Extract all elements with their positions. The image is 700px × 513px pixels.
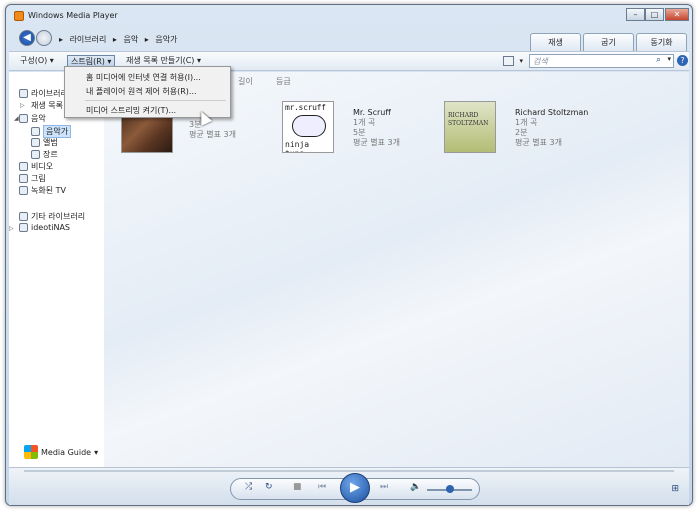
genre-icon (31, 150, 40, 159)
album-duration: 2분 (515, 128, 528, 137)
search-box[interactable]: 검색 ⌕ ▾ (529, 54, 674, 68)
menu-item-allow-remote-control[interactable]: 내 플레이어 원격 제어 허용(R)... (86, 86, 197, 97)
playback-controls: ⤮ ↻ ■ ⏮ ▶ ⏭ 🔈 ⊞ (9, 467, 689, 505)
shuffle-button[interactable]: ⤮ (245, 482, 252, 492)
navigation-bar: ◀ ▸ 라이브러리 ▸ 음악 ▸ 음악가 재생 굽기 동기화 (9, 27, 689, 53)
seek-bar[interactable] (24, 470, 674, 472)
maximize-button[interactable]: □ (645, 8, 664, 21)
breadcrumb: ▸ 라이브러리 ▸ 음악 ▸ 음악가 (59, 34, 181, 45)
cover-title-bottom: STOLTZMAN (448, 120, 489, 127)
artist-name[interactable]: Mr. Scruff (353, 108, 400, 118)
view-options-icon[interactable] (503, 56, 514, 66)
play-button[interactable]: ▶ (340, 473, 370, 503)
album-tracks: 1개 곡 (353, 118, 376, 127)
nas-icon (19, 223, 28, 232)
album-rating: 평균 별표 3개 (189, 130, 236, 139)
switch-to-now-playing-icon[interactable]: ⊞ (671, 484, 679, 494)
album-tracks: 1개 곡 (515, 118, 538, 127)
navigation-pane: 라이브러리 ▷ 재생 목록 ◢ 음악 음악가 앨범 장르 비디오 그림 녹화된 … (9, 72, 104, 467)
artist-icon (31, 127, 40, 136)
sidebar-item-album[interactable]: 앨범 (31, 137, 58, 148)
sidebar-item-playlists[interactable]: 재생 목록 (31, 100, 63, 111)
next-button[interactable]: ⏭ (380, 482, 388, 492)
forward-button[interactable] (36, 30, 52, 46)
menu-separator (85, 100, 226, 101)
media-guide-button[interactable]: Media Guide ▾ (24, 445, 98, 459)
album-rating: 평균 별표 3개 (353, 138, 400, 147)
search-input[interactable]: 검색 (533, 56, 548, 67)
sidebar-item-pictures[interactable]: 그림 (19, 173, 46, 184)
tv-icon (19, 186, 28, 195)
album-cover-richard-stoltzman[interactable]: RICHARD STOLTZMAN (444, 101, 496, 153)
column-header-length[interactable]: 길이 (238, 76, 253, 87)
cover-title-top: RICHARD (448, 112, 479, 119)
previous-button[interactable]: ⏮ (318, 482, 326, 492)
chevron-down-icon[interactable]: ▾ (516, 55, 526, 68)
sidebar-item-nas[interactable]: ideotiNAS (19, 223, 70, 232)
content-pane: 길이 등급 1개 3분 평균 별표 3개 mr.scruff ninja tun… (104, 72, 689, 467)
album-icon (31, 138, 40, 147)
close-button[interactable]: ✕ (665, 8, 689, 21)
volume-slider-thumb[interactable] (446, 485, 454, 493)
chevron-right-icon[interactable]: ▷ (9, 225, 14, 232)
album-info-richard-stoltzman: Richard Stoltzman 1개 곡 2분 평균 별표 3개 (515, 108, 588, 148)
album-info-mr-scruff: Mr. Scruff 1개 곡 5분 평균 별표 3개 (353, 108, 400, 148)
sidebar-item-recorded-tv[interactable]: 녹화된 TV (19, 185, 66, 196)
video-icon (19, 162, 28, 171)
chevron-down-icon[interactable]: ▾ (94, 448, 98, 457)
album-duration: 5분 (353, 128, 366, 137)
cover-title-top: mr.scruff (285, 103, 326, 112)
artist-name[interactable]: Richard Stoltzman (515, 108, 588, 118)
chevron-right-icon: ▸ (112, 35, 117, 44)
pictures-icon (19, 174, 28, 183)
search-icon[interactable]: ⌕ (656, 55, 661, 65)
other-libraries-icon (19, 212, 28, 221)
minimize-button[interactable]: – (626, 8, 645, 21)
media-guide-label: Media Guide (41, 447, 92, 457)
chevron-right-icon: ▸ (144, 35, 149, 44)
title-bar[interactable]: Windows Media Player – □ ✕ (6, 5, 692, 27)
cloud-figure-icon (292, 115, 326, 137)
tab-play[interactable]: 재생 (530, 33, 581, 51)
sidebar-item-genre[interactable]: 장르 (31, 149, 58, 160)
breadcrumb-library[interactable]: 라이브러리 (70, 35, 107, 44)
breadcrumb-artist[interactable]: 음악가 (155, 35, 177, 44)
window-title: Windows Media Player (28, 11, 118, 20)
windows-logo-icon (24, 445, 38, 459)
repeat-button[interactable]: ↻ (265, 482, 273, 492)
column-header-rating[interactable]: 등급 (276, 76, 291, 87)
wmp-app-icon (14, 11, 24, 21)
cover-title-bottom: ninja tuna (285, 140, 310, 152)
album-rating: 평균 별표 3개 (515, 138, 562, 147)
breadcrumb-music[interactable]: 음악 (123, 35, 138, 44)
sidebar-item-library[interactable]: 라이브러리 (19, 88, 68, 99)
stop-button[interactable]: ■ (293, 482, 302, 492)
sidebar-item-other-libraries[interactable]: 기타 라이브러리 (19, 211, 85, 222)
sidebar-item-music[interactable]: 음악 (19, 113, 46, 124)
menu-item-allow-internet-access[interactable]: 홈 미디어에 인터넷 연결 허용(I)... (86, 72, 201, 83)
menu-item-turn-on-streaming[interactable]: 미디어 스트리밍 켜기(T)... (86, 105, 176, 116)
library-icon (19, 89, 28, 98)
chevron-down-icon[interactable]: ◢ (14, 115, 19, 122)
album-cover-mr-scruff[interactable]: mr.scruff ninja tuna (282, 101, 334, 153)
chevron-right-icon[interactable]: ▷ (20, 102, 25, 109)
volume-icon[interactable]: 🔈 (410, 482, 421, 492)
music-note-icon (19, 114, 28, 123)
chevron-right-icon: ▸ (59, 35, 64, 44)
organize-button[interactable]: 구성(O) ▾ (17, 55, 57, 68)
tab-sync[interactable]: 동기화 (636, 33, 687, 51)
chevron-down-icon[interactable]: ▾ (667, 55, 671, 63)
tab-burn[interactable]: 굽기 (583, 33, 634, 51)
back-button[interactable]: ◀ (19, 30, 35, 46)
album-duration: 3분 (189, 120, 202, 129)
help-icon[interactable]: ? (677, 55, 688, 66)
sidebar-item-video[interactable]: 비디오 (19, 161, 53, 172)
